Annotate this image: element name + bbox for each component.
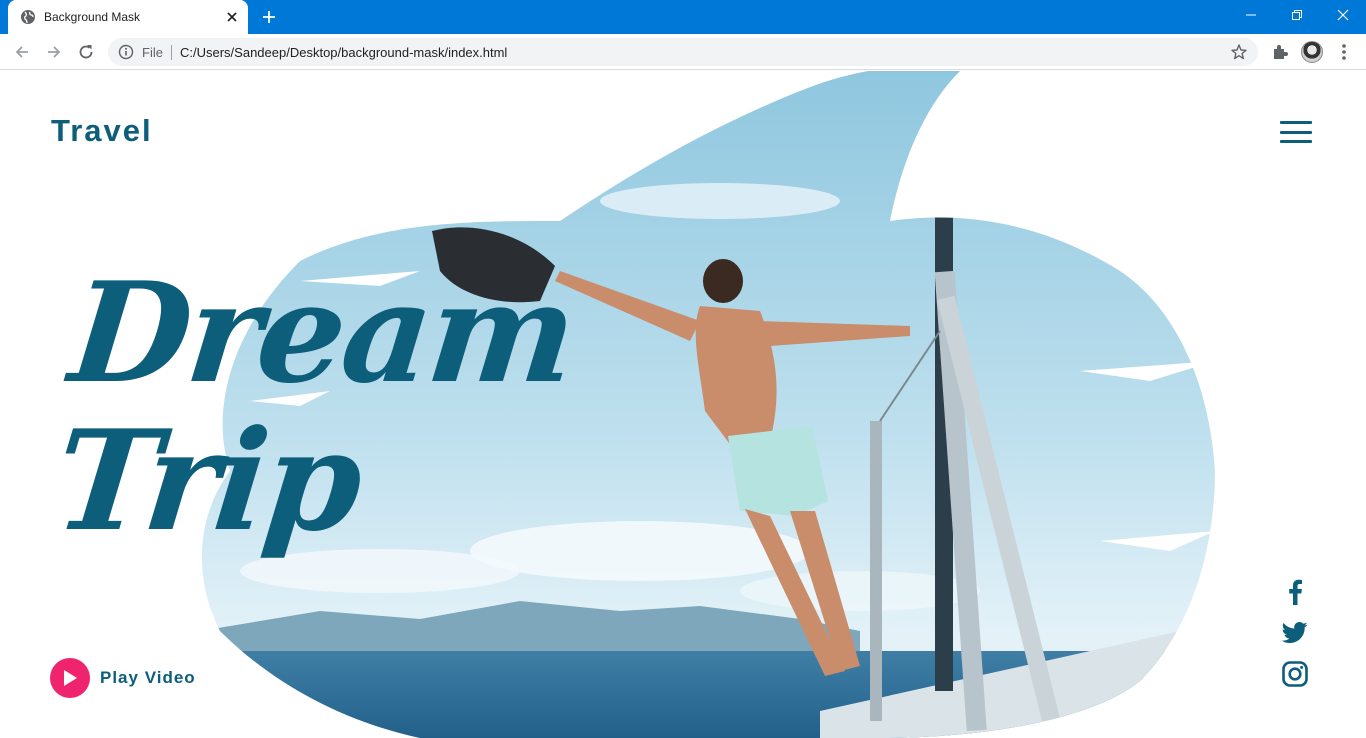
restore-button[interactable] — [1274, 0, 1320, 30]
extensions-icon[interactable] — [1270, 42, 1290, 62]
play-icon — [64, 670, 77, 686]
facebook-icon — [1289, 579, 1302, 605]
tab-strip: Background Mask — [0, 0, 1366, 34]
browser-tab[interactable]: Background Mask — [8, 0, 248, 34]
bookmark-star-icon[interactable] — [1230, 43, 1248, 61]
scheme-label: File — [142, 45, 163, 60]
new-tab-icon[interactable] — [260, 8, 278, 26]
twitter-icon — [1282, 622, 1308, 643]
minimize-button[interactable] — [1228, 0, 1274, 30]
play-video-button[interactable]: Play Video — [50, 658, 196, 698]
instagram-icon — [1282, 661, 1308, 687]
facebook-link[interactable] — [1280, 577, 1310, 607]
reload-icon — [79, 45, 93, 59]
headline-line-1: Dream — [63, 251, 582, 414]
hamburger-bar — [1280, 130, 1312, 134]
brand-logo[interactable]: Travel — [51, 113, 153, 149]
back-button[interactable] — [12, 42, 32, 62]
web-page: Travel Dream Trip Play Video — [0, 71, 1366, 738]
tab-title: Background Mask — [44, 10, 141, 24]
url-text[interactable]: C:/Users/Sandeep/Desktop/background-mask… — [180, 45, 507, 60]
info-icon[interactable] — [118, 44, 134, 60]
hamburger-bar — [1280, 121, 1312, 124]
close-window-button[interactable] — [1320, 0, 1366, 30]
headline-line-2: Trip — [47, 399, 368, 562]
close-tab-icon[interactable] — [224, 9, 240, 25]
globe-icon — [21, 10, 35, 24]
hero-headline: Dream Trip — [47, 251, 582, 562]
reload-button[interactable] — [76, 42, 96, 62]
address-bar[interactable]: File C:/Users/Sandeep/Desktop/background… — [108, 38, 1258, 66]
instagram-link[interactable] — [1280, 659, 1310, 689]
close-icon — [1337, 9, 1349, 21]
profile-avatar[interactable] — [1301, 41, 1323, 63]
hamburger-bar — [1280, 140, 1312, 143]
more-menu-icon[interactable] — [1334, 42, 1354, 62]
minimize-icon — [1246, 14, 1256, 16]
play-video-label: Play Video — [100, 668, 196, 687]
arrow-right-icon — [48, 46, 61, 58]
play-circle — [50, 658, 90, 698]
restore-icon — [1292, 10, 1302, 20]
browser-toolbar: File C:/Users/Sandeep/Desktop/background… — [0, 34, 1366, 70]
forward-button[interactable] — [44, 42, 64, 62]
arrow-left-icon — [15, 46, 28, 58]
address-separator — [171, 45, 172, 60]
twitter-link[interactable] — [1280, 618, 1310, 648]
menu-toggle-button[interactable] — [1280, 121, 1312, 143]
